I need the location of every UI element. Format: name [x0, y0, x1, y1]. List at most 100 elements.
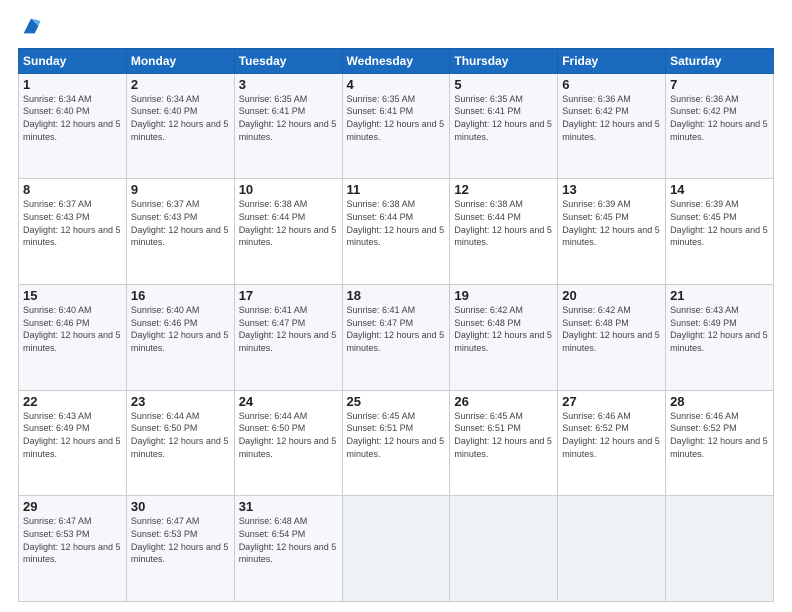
day-info: Sunrise: 6:34 AMSunset: 6:40 PMDaylight:… [131, 93, 230, 143]
calendar-cell: 14Sunrise: 6:39 AMSunset: 6:45 PMDayligh… [666, 179, 774, 285]
calendar-cell: 5Sunrise: 6:35 AMSunset: 6:41 PMDaylight… [450, 73, 558, 179]
day-header-monday: Monday [126, 48, 234, 73]
day-number: 4 [347, 77, 446, 92]
calendar-cell [666, 496, 774, 602]
day-number: 26 [454, 394, 553, 409]
day-number: 29 [23, 499, 122, 514]
calendar-cell [558, 496, 666, 602]
calendar-cell: 22Sunrise: 6:43 AMSunset: 6:49 PMDayligh… [19, 390, 127, 496]
day-header-thursday: Thursday [450, 48, 558, 73]
calendar-week-3: 22Sunrise: 6:43 AMSunset: 6:49 PMDayligh… [19, 390, 774, 496]
day-number: 3 [239, 77, 338, 92]
day-header-sunday: Sunday [19, 48, 127, 73]
calendar-cell: 18Sunrise: 6:41 AMSunset: 6:47 PMDayligh… [342, 285, 450, 391]
day-info: Sunrise: 6:34 AMSunset: 6:40 PMDaylight:… [23, 93, 122, 143]
day-info: Sunrise: 6:45 AMSunset: 6:51 PMDaylight:… [347, 410, 446, 460]
calendar-cell: 23Sunrise: 6:44 AMSunset: 6:50 PMDayligh… [126, 390, 234, 496]
day-header-tuesday: Tuesday [234, 48, 342, 73]
calendar-cell: 16Sunrise: 6:40 AMSunset: 6:46 PMDayligh… [126, 285, 234, 391]
logo-icon [20, 15, 42, 37]
day-number: 2 [131, 77, 230, 92]
calendar-cell [450, 496, 558, 602]
calendar-cell: 4Sunrise: 6:35 AMSunset: 6:41 PMDaylight… [342, 73, 450, 179]
day-number: 1 [23, 77, 122, 92]
calendar-cell: 1Sunrise: 6:34 AMSunset: 6:40 PMDaylight… [19, 73, 127, 179]
calendar-week-4: 29Sunrise: 6:47 AMSunset: 6:53 PMDayligh… [19, 496, 774, 602]
day-number: 12 [454, 182, 553, 197]
day-info: Sunrise: 6:38 AMSunset: 6:44 PMDaylight:… [454, 198, 553, 248]
calendar-cell [342, 496, 450, 602]
day-info: Sunrise: 6:45 AMSunset: 6:51 PMDaylight:… [454, 410, 553, 460]
calendar-cell: 20Sunrise: 6:42 AMSunset: 6:48 PMDayligh… [558, 285, 666, 391]
calendar-week-2: 15 Sunrise: 6:40 AMSunset: 6:46 PMDayligh… [19, 285, 774, 391]
calendar-cell: 30Sunrise: 6:47 AMSunset: 6:53 PMDayligh… [126, 496, 234, 602]
day-info: Sunrise: 6:44 AMSunset: 6:50 PMDaylight:… [131, 410, 230, 460]
calendar-cell: 21Sunrise: 6:43 AMSunset: 6:49 PMDayligh… [666, 285, 774, 391]
calendar-cell: 24Sunrise: 6:44 AMSunset: 6:50 PMDayligh… [234, 390, 342, 496]
day-info: Sunrise: 6:47 AMSunset: 6:53 PMDaylight:… [23, 515, 122, 565]
day-info: Sunrise: 6:46 AMSunset: 6:52 PMDaylight:… [562, 410, 661, 460]
day-info: Sunrise: 6:44 AMSunset: 6:50 PMDaylight:… [239, 410, 338, 460]
calendar-cell: 31Sunrise: 6:48 AMSunset: 6:54 PMDayligh… [234, 496, 342, 602]
day-info: Sunrise: 6:46 AMSunset: 6:52 PMDaylight:… [670, 410, 769, 460]
day-number: 18 [347, 288, 446, 303]
day-info: Sunrise: 6:37 AMSunset: 6:43 PMDaylight:… [23, 198, 122, 248]
day-number: 20 [562, 288, 661, 303]
day-number: 23 [131, 394, 230, 409]
day-info: Sunrise: 6:43 AMSunset: 6:49 PMDaylight:… [23, 410, 122, 460]
calendar-cell: 13Sunrise: 6:39 AMSunset: 6:45 PMDayligh… [558, 179, 666, 285]
day-info: Sunrise: 6:41 AMSunset: 6:47 PMDaylight:… [239, 304, 338, 354]
day-number: 7 [670, 77, 769, 92]
calendar-cell: 6Sunrise: 6:36 AMSunset: 6:42 PMDaylight… [558, 73, 666, 179]
calendar-cell: 15Sunrise: 6:40 AMSunset: 6:46 PMDayligh… [19, 285, 127, 391]
day-info: Sunrise: 6:43 AMSunset: 6:49 PMDaylight:… [670, 304, 769, 354]
day-info: Sunrise: 6:39 AMSunset: 6:45 PMDaylight:… [562, 198, 661, 248]
day-number: 9 [131, 182, 230, 197]
day-number: 19 [454, 288, 553, 303]
calendar-week-1: 8Sunrise: 6:37 AMSunset: 6:43 PMDaylight… [19, 179, 774, 285]
calendar-cell: 19Sunrise: 6:42 AMSunset: 6:48 PMDayligh… [450, 285, 558, 391]
day-number: 24 [239, 394, 338, 409]
day-info: Sunrise: 6:38 AMSunset: 6:44 PMDaylight:… [347, 198, 446, 248]
day-info: Sunrise: 6:48 AMSunset: 6:54 PMDaylight:… [239, 515, 338, 565]
day-info: Sunrise: 6:40 AMSunset: 6:46 PMDaylight:… [131, 304, 230, 354]
day-number: 31 [239, 499, 338, 514]
day-number: 16 [131, 288, 230, 303]
day-number: 6 [562, 77, 661, 92]
calendar-cell: 12Sunrise: 6:38 AMSunset: 6:44 PMDayligh… [450, 179, 558, 285]
day-info: Sunrise: 6:47 AMSunset: 6:53 PMDaylight:… [131, 515, 230, 565]
day-number: 28 [670, 394, 769, 409]
day-number: 30 [131, 499, 230, 514]
day-number: 25 [347, 394, 446, 409]
calendar-cell: 7Sunrise: 6:36 AMSunset: 6:42 PMDaylight… [666, 73, 774, 179]
calendar-week-0: 1Sunrise: 6:34 AMSunset: 6:40 PMDaylight… [19, 73, 774, 179]
day-info: Sunrise: 6:36 AMSunset: 6:42 PMDaylight:… [670, 93, 769, 143]
day-number: 22 [23, 394, 122, 409]
day-header-friday: Friday [558, 48, 666, 73]
day-info: Sunrise: 6:36 AMSunset: 6:42 PMDaylight:… [562, 93, 661, 143]
day-info: Sunrise: 6:35 AMSunset: 6:41 PMDaylight:… [454, 93, 553, 143]
page: SundayMondayTuesdayWednesdayThursdayFrid… [0, 0, 792, 612]
day-number: 8 [23, 182, 122, 197]
day-info: Sunrise: 6:42 AMSunset: 6:48 PMDaylight:… [454, 304, 553, 354]
calendar-table: SundayMondayTuesdayWednesdayThursdayFrid… [18, 48, 774, 602]
calendar-cell: 2Sunrise: 6:34 AMSunset: 6:40 PMDaylight… [126, 73, 234, 179]
day-info: Sunrise: 6:39 AMSunset: 6:45 PMDaylight:… [670, 198, 769, 248]
logo [18, 18, 42, 38]
calendar-cell: 11Sunrise: 6:38 AMSunset: 6:44 PMDayligh… [342, 179, 450, 285]
calendar-cell: 27Sunrise: 6:46 AMSunset: 6:52 PMDayligh… [558, 390, 666, 496]
day-info: Sunrise: 6:42 AMSunset: 6:48 PMDaylight:… [562, 304, 661, 354]
day-number: 11 [347, 182, 446, 197]
calendar-cell: 26Sunrise: 6:45 AMSunset: 6:51 PMDayligh… [450, 390, 558, 496]
day-number: 14 [670, 182, 769, 197]
day-info: Sunrise: 6:35 AMSunset: 6:41 PMDaylight:… [239, 93, 338, 143]
day-number: 13 [562, 182, 661, 197]
day-number: 27 [562, 394, 661, 409]
day-number: 17 [239, 288, 338, 303]
calendar-cell: 29Sunrise: 6:47 AMSunset: 6:53 PMDayligh… [19, 496, 127, 602]
day-number: 15 [23, 288, 122, 303]
calendar-cell: 25Sunrise: 6:45 AMSunset: 6:51 PMDayligh… [342, 390, 450, 496]
calendar-cell: 8Sunrise: 6:37 AMSunset: 6:43 PMDaylight… [19, 179, 127, 285]
day-header-wednesday: Wednesday [342, 48, 450, 73]
calendar-cell: 28Sunrise: 6:46 AMSunset: 6:52 PMDayligh… [666, 390, 774, 496]
